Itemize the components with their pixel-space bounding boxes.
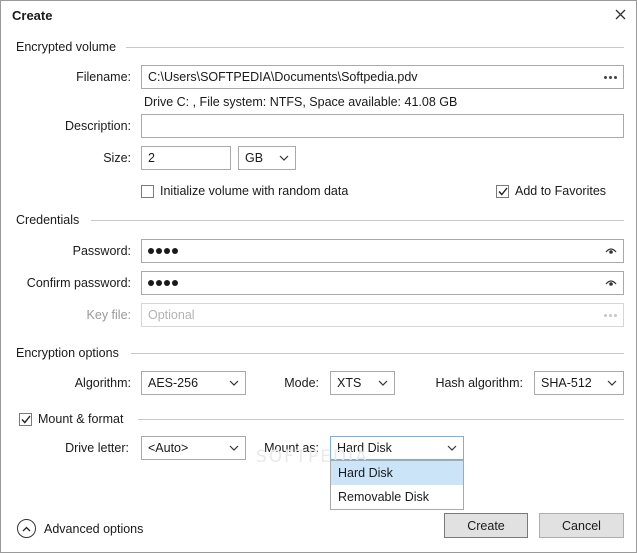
password-label: Password: <box>72 244 131 258</box>
chevron-down-icon <box>229 380 239 386</box>
section-divider <box>131 353 624 354</box>
checkbox-box <box>19 412 32 426</box>
mount-format-checkbox[interactable]: Mount & format <box>19 412 123 426</box>
description-label: Description: <box>65 119 131 133</box>
chevron-down-icon <box>607 380 617 386</box>
algorithm-label: Algorithm: <box>74 376 131 390</box>
dropdown-option-removable-disk[interactable]: Removable Disk <box>331 485 463 509</box>
dropdown-option-hard-disk[interactable]: Hard Disk <box>331 461 463 485</box>
section-encryption-options: Encryption options <box>16 346 119 360</box>
section-divider <box>91 220 624 221</box>
init-random-label: Initialize volume with random data <box>160 184 349 198</box>
size-label: Size: <box>103 151 131 165</box>
advanced-options-label: Advanced options <box>44 521 144 536</box>
add-favorites-checkbox[interactable]: Add to Favorites <box>496 184 606 198</box>
section-encrypted-volume: Encrypted volume <box>16 40 117 54</box>
size-input[interactable]: 2 <box>141 146 231 170</box>
close-button[interactable] <box>609 3 631 25</box>
browse-dots-icon[interactable] <box>604 75 617 79</box>
browse-dots-icon[interactable] <box>604 313 617 317</box>
chevron-down-icon <box>447 445 457 451</box>
mount-as-dropdown-list: Hard Disk Removable Disk <box>330 460 464 510</box>
description-input[interactable] <box>141 114 624 138</box>
eye-icon[interactable] <box>605 279 617 287</box>
password-mask <box>148 280 605 286</box>
hash-algorithm-label: Hash algorithm: <box>435 376 523 390</box>
dialog-title: Create <box>12 8 53 23</box>
size-unit-value: GB <box>245 151 264 165</box>
drive-letter-value: <Auto> <box>148 441 189 455</box>
create-button[interactable]: Create <box>444 513 528 538</box>
add-favorites-label: Add to Favorites <box>515 184 607 198</box>
filename-value: C:\Users\SOFTPEDIA\Documents\Softpedia.p… <box>148 70 418 84</box>
key-file-input[interactable]: Optional <box>141 303 624 327</box>
size-unit-select[interactable]: GB <box>238 146 296 170</box>
filename-input[interactable]: C:\Users\SOFTPEDIA\Documents\Softpedia.p… <box>141 65 624 89</box>
cancel-button[interactable]: Cancel <box>539 513 624 538</box>
chevron-down-icon <box>279 155 289 161</box>
chevron-down-icon <box>378 380 388 386</box>
section-divider <box>138 419 624 420</box>
password-input[interactable] <box>141 239 624 263</box>
create-dialog: Create Encrypted volume Filename: C:\Use… <box>0 0 637 553</box>
mount-format-label: Mount & format <box>38 412 124 426</box>
close-icon <box>615 9 625 19</box>
drive-letter-select[interactable]: <Auto> <box>141 436 246 460</box>
mode-value: XTS <box>337 376 362 390</box>
algorithm-select[interactable]: AES-256 <box>141 371 246 395</box>
size-value: 2 <box>148 151 155 165</box>
mode-label: Mode: <box>284 376 319 390</box>
eye-icon[interactable] <box>605 247 617 255</box>
hash-algorithm-select[interactable]: SHA-512 <box>534 371 624 395</box>
confirm-password-label: Confirm password: <box>26 276 131 290</box>
password-mask <box>148 248 605 254</box>
section-credentials: Credentials <box>16 213 80 227</box>
mode-select[interactable]: XTS <box>330 371 395 395</box>
checkmark-icon <box>497 187 508 196</box>
section-divider <box>126 47 624 48</box>
checkmark-icon <box>20 415 31 424</box>
advanced-options-toggle[interactable]: Advanced options <box>17 519 143 538</box>
chevron-down-icon <box>229 445 239 451</box>
hash-algorithm-value: SHA-512 <box>541 376 592 390</box>
drive-letter-label: Drive letter: <box>65 441 129 455</box>
checkbox-box <box>141 184 154 198</box>
key-file-placeholder: Optional <box>148 308 195 322</box>
drive-info: Drive C: , File system: NTFS, Space avai… <box>144 95 458 109</box>
key-file-label: Key file: <box>86 308 131 322</box>
chevron-up-circle-icon <box>17 519 36 538</box>
init-random-checkbox[interactable]: Initialize volume with random data <box>141 184 348 198</box>
filename-label: Filename: <box>76 70 131 84</box>
algorithm-value: AES-256 <box>148 376 199 390</box>
checkbox-box <box>496 184 509 198</box>
confirm-password-input[interactable] <box>141 271 624 295</box>
